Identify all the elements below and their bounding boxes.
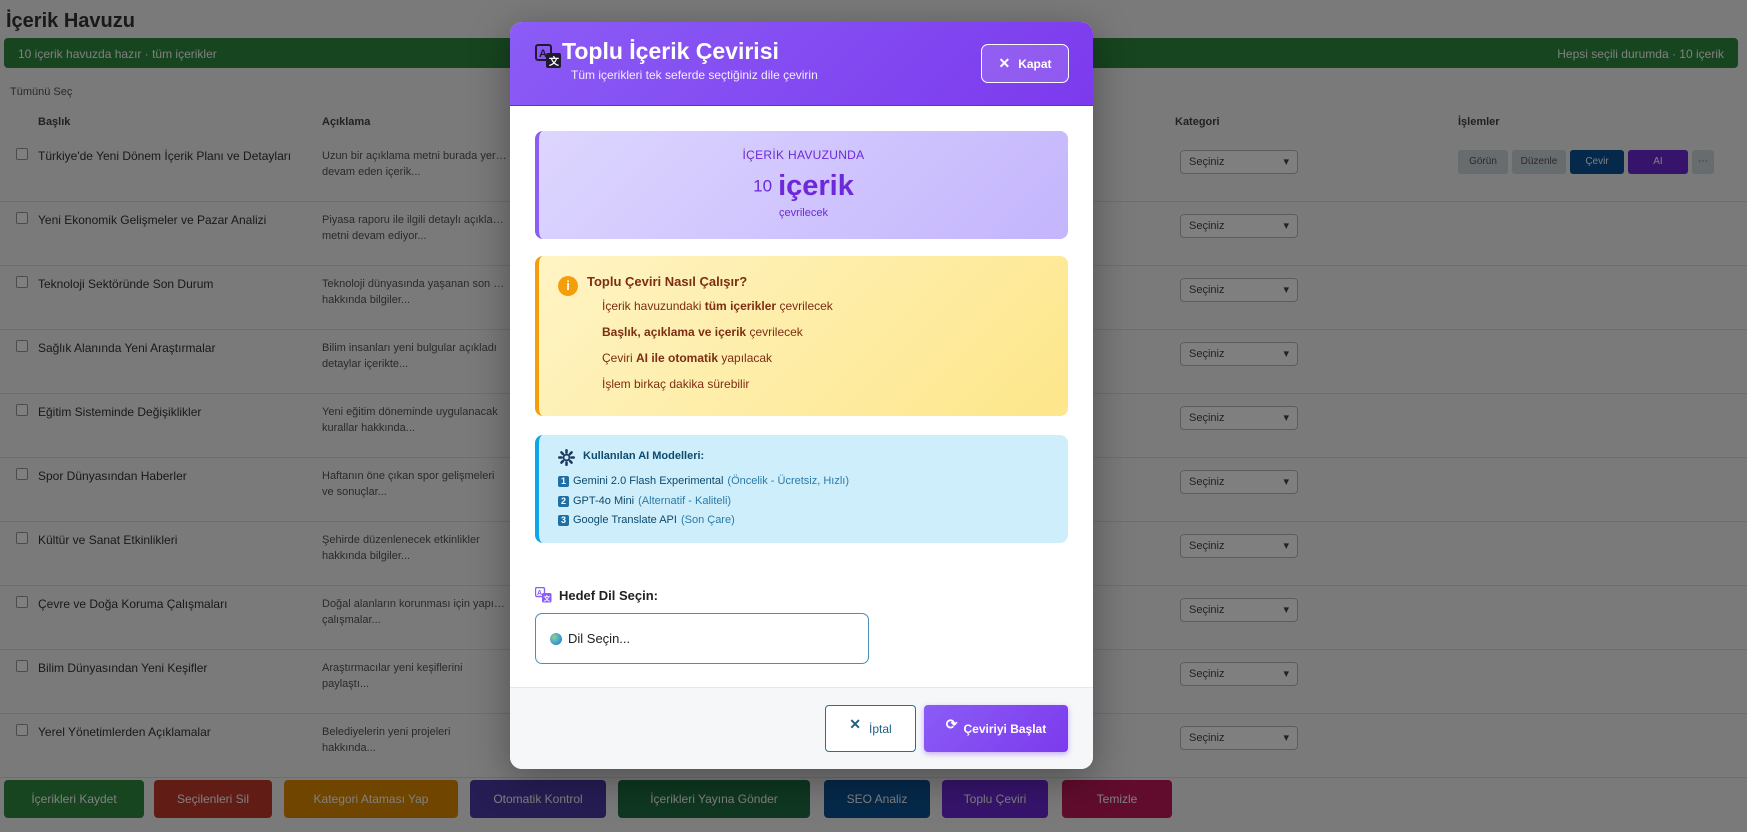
ai-models-title: Kullanılan AI Modelleri: [583,450,705,462]
how-item: İşlem birkaç dakika sürebilir [602,377,750,391]
how-it-works-box: i Toplu Çeviri Nasıl Çalışır? İçerik hav… [535,256,1068,416]
how-item: Başlık, açıklama ve içerik çevrilecek [602,325,803,339]
close-button[interactable]: ✕ Kapat [981,44,1069,83]
how-title: Toplu Çeviri Nasıl Çalışır? [587,274,748,289]
target-language-value: Dil Seçin... [568,631,631,646]
modal-body: İÇERİK HAVUZUNDA 10 içerik çevrilecek i T… [510,107,1093,687]
cancel-button-label: İptal [869,721,892,736]
start-translation-label: Çeviriyi Başlat [963,721,1047,736]
bulk-translate-modal: A 文 Toplu İçerik Çevirisi Tüm içerikleri… [510,22,1093,769]
how-item: İçerik havuzundaki tüm içerikler çevrile… [602,299,833,313]
modal-header: A 文 Toplu İçerik Çevirisi Tüm içerikleri… [510,22,1093,106]
target-language-select[interactable]: Dil Seçin... [535,613,869,664]
ai-models-box: Kullanılan AI Modelleri: 1 Gemini 2.0 Fl… [535,435,1068,543]
pool-unit: içerik [778,170,854,202]
cancel-button[interactable]: ✕ İptal [825,705,916,752]
close-icon: ✕ [849,716,862,732]
number-badge-icon: 2 [558,495,569,507]
svg-text:A: A [537,590,542,597]
pool-count-line: 10 içerik [539,170,1068,203]
target-language-label: A 文 Hedef Dil Seçin: [535,587,658,603]
pool-label: İÇERİK HAVUZUNDA [742,148,865,162]
start-translation-button[interactable]: ⟳ Çeviriyi Başlat [924,705,1068,752]
ai-model-item: 3 Google Translate API (Son Çare) [558,514,735,526]
modal-title: Toplu İçerik Çevirisi [562,38,779,64]
number-badge-icon: 3 [558,514,569,526]
close-icon: ✕ [998,55,1011,71]
how-item: Çeviri AI ile otomatik yapılacak [602,351,773,365]
svg-text:A: A [539,48,547,60]
language-icon: A 文 [535,587,552,603]
number-badge-icon: 1 [558,475,569,487]
ai-model-item: 2 GPT-4o Mini (Alternatif - Kaliteli) [558,495,731,507]
target-language-label-text: Hedef Dil Seçin: [559,587,658,603]
info-icon: i [558,276,578,296]
pool-sub: çevrilecek [779,207,828,219]
modal-footer: ✕ İptal ⟳ Çeviriyi Başlat [510,687,1093,769]
pool-summary: İÇERİK HAVUZUNDA 10 içerik çevrilecek [535,131,1068,239]
close-button-label: Kapat [1018,56,1052,71]
sync-icon: ⟳ [945,716,958,732]
svg-text:文: 文 [543,594,551,603]
globe-icon [550,632,562,645]
svg-text:文: 文 [549,55,560,68]
translate-icon: A 文 [535,44,561,68]
pool-count: 10 [753,176,773,196]
ai-model-item: 1 Gemini 2.0 Flash Experimental (Öncelik… [558,475,849,487]
gear-icon [558,449,575,466]
modal-subtitle: Tüm içerikleri tek seferde seçtiğiniz di… [571,68,818,82]
